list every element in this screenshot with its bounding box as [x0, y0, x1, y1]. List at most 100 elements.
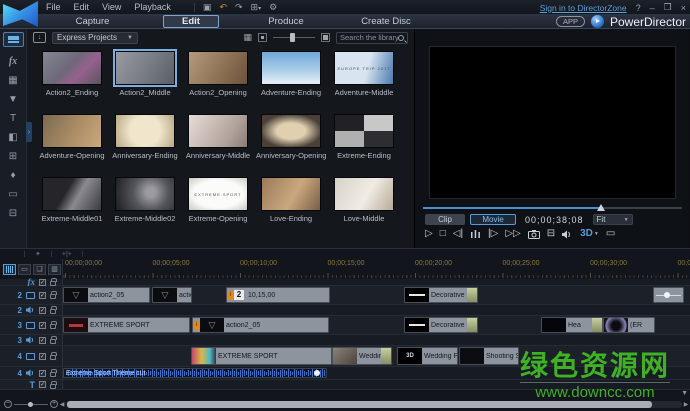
- movie-mode-button[interactable]: Movie: [470, 214, 516, 225]
- timeline-zoom-handle[interactable]: [28, 402, 33, 407]
- thumbnail[interactable]: [261, 114, 321, 148]
- next-frame-button[interactable]: |▷: [488, 228, 498, 240]
- thumbnail[interactable]: [261, 177, 321, 211]
- tab-capture[interactable]: Capture: [40, 16, 145, 27]
- timeline-clip[interactable]: (ER: [603, 317, 655, 333]
- scroll-right-arrow[interactable]: ▶: [682, 401, 690, 408]
- storyboard-view-button[interactable]: ▭: [18, 264, 31, 275]
- scrollbar-thumb[interactable]: [67, 401, 652, 408]
- redo-icon[interactable]: ↷: [235, 2, 243, 13]
- play-button[interactable]: ▷: [425, 228, 433, 240]
- track-enable-checkbox[interactable]: ✓: [39, 292, 46, 299]
- tab-produce[interactable]: Produce: [241, 16, 331, 27]
- help-button[interactable]: ?: [636, 3, 641, 13]
- search-icon[interactable]: [398, 35, 404, 41]
- track-lane[interactable]: [62, 279, 690, 285]
- import-media-icon[interactable]: ↓: [33, 32, 46, 43]
- title-room-icon[interactable]: T: [4, 111, 22, 125]
- expand-panel-arrow[interactable]: ›: [26, 122, 32, 142]
- timeline-clip[interactable]: action2_05: [63, 287, 150, 303]
- timeline-zoom-out-button[interactable]: −: [4, 400, 12, 408]
- timeline-view-button[interactable]: [3, 264, 16, 275]
- effect-room-icon[interactable]: fx: [4, 54, 22, 68]
- thumbnail[interactable]: [42, 51, 102, 85]
- close-button[interactable]: ×: [681, 3, 686, 13]
- settings-gear-icon[interactable]: ⚙: [269, 2, 277, 13]
- voiceover-room-icon[interactable]: ♦: [4, 168, 22, 182]
- thumbnail[interactable]: [188, 51, 248, 85]
- library-item[interactable]: Action2_Ending: [37, 51, 107, 114]
- split-tool-icon[interactable]: +|+: [62, 251, 72, 258]
- slider-handle[interactable]: [290, 33, 295, 42]
- library-item[interactable]: Anniversary-Middle: [183, 114, 253, 177]
- track-manager-button[interactable]: ❏: [33, 264, 46, 275]
- library-item[interactable]: Anniversary-Ending: [110, 114, 180, 177]
- chapter-room-icon[interactable]: ▭: [4, 187, 22, 201]
- timeline-clip[interactable]: action: [152, 287, 192, 303]
- track-lane[interactable]: [62, 305, 690, 315]
- menu-edit[interactable]: Edit: [74, 2, 90, 12]
- timeline-clip[interactable]: i210,15,00: [226, 287, 330, 303]
- track-lane[interactable]: action2_05action i210,15,00 Decorative B: [62, 286, 690, 304]
- undo-icon[interactable]: ↶: [219, 2, 227, 13]
- thumbnail-zoom-in-button[interactable]: [321, 33, 330, 42]
- thumbnail-zoom-out-button[interactable]: [258, 33, 267, 42]
- seek-handle[interactable]: [597, 204, 605, 211]
- library-item[interactable]: Extreme-Ending: [329, 114, 399, 177]
- snapshot-button[interactable]: [528, 230, 540, 239]
- seek-bar[interactable]: [423, 204, 682, 212]
- library-item[interactable]: Action2_Middle: [110, 51, 180, 114]
- thumbnail[interactable]: [334, 177, 394, 211]
- transition-room-icon[interactable]: ◧: [4, 130, 22, 144]
- timeline-clip[interactable]: iaction2_05: [192, 317, 329, 333]
- search-input[interactable]: [340, 33, 398, 42]
- track-lane[interactable]: [62, 335, 690, 345]
- library-item[interactable]: Adventure-Ending: [256, 51, 326, 114]
- timeline-zoom-in-button[interactable]: +: [50, 400, 58, 408]
- horizontal-scrollbar[interactable]: [66, 401, 682, 408]
- timeline-clip[interactable]: Wedding Prep: [397, 347, 458, 365]
- track-enable-checkbox[interactable]: ✓: [39, 307, 46, 314]
- aspect-ratio-icon[interactable]: ⊞▾: [251, 2, 262, 13]
- media-room-button[interactable]: [3, 32, 24, 47]
- keyframe-dot[interactable]: [664, 292, 670, 298]
- timeline-clip[interactable]: Hea: [541, 317, 603, 333]
- volume-button[interactable]: [562, 230, 573, 239]
- select-tool-icon[interactable]: ✦: [35, 250, 41, 258]
- minimize-button[interactable]: –: [650, 3, 655, 13]
- timeline-clip[interactable]: [653, 287, 684, 303]
- thumbnail[interactable]: [261, 51, 321, 85]
- track-enable-checkbox[interactable]: ✓: [39, 370, 46, 377]
- timeline-clip[interactable]: Decorative B: [404, 317, 478, 333]
- track-lock-icon[interactable]: [50, 324, 56, 329]
- tab-create-disc[interactable]: Create Disc: [331, 16, 441, 27]
- timeline-clip[interactable]: Extreme Sport Theme cut: [63, 368, 327, 378]
- thumbnail[interactable]: [188, 114, 248, 148]
- track-enable-checkbox[interactable]: ✓: [39, 353, 46, 360]
- timeline-clip[interactable]: Shooting Sta: [459, 347, 519, 365]
- timeline-clip[interactable]: Decorative B: [404, 287, 478, 303]
- library-item[interactable]: EXTREME SPORTExtreme-Opening: [183, 177, 253, 240]
- menu-view[interactable]: View: [102, 2, 121, 12]
- preview-video-area[interactable]: [429, 46, 676, 199]
- jog-button[interactable]: [470, 229, 481, 239]
- thumbnail[interactable]: EXTREME SPORT: [188, 177, 248, 211]
- undock-preview-button[interactable]: ▭: [606, 228, 615, 240]
- library-filter-dropdown[interactable]: Express Projects ▼: [52, 32, 138, 44]
- track-lock-icon[interactable]: [50, 309, 56, 314]
- thumbnail[interactable]: [115, 114, 175, 148]
- scroll-left-arrow[interactable]: ◀: [58, 401, 66, 408]
- audio-mixing-room-icon[interactable]: ⊞: [4, 149, 22, 163]
- grid-view-icon[interactable]: ▦: [243, 32, 252, 43]
- timecode-display[interactable]: 00;00;38;08: [525, 215, 584, 225]
- track-enable-checkbox[interactable]: ✓: [39, 279, 46, 286]
- library-item[interactable]: Love-Ending: [256, 177, 326, 240]
- fast-forward-button[interactable]: ▷▷: [505, 228, 520, 240]
- library-item[interactable]: Extreme-Middle02: [110, 177, 180, 240]
- track-lock-icon[interactable]: [50, 372, 56, 377]
- thumbnail[interactable]: EUROPE TRIP 2017: [334, 51, 394, 85]
- thumbnail[interactable]: [115, 51, 175, 85]
- 3d-button[interactable]: 3D▼: [580, 228, 599, 240]
- track-lock-icon[interactable]: [50, 294, 56, 299]
- track-lock-icon[interactable]: [50, 355, 56, 360]
